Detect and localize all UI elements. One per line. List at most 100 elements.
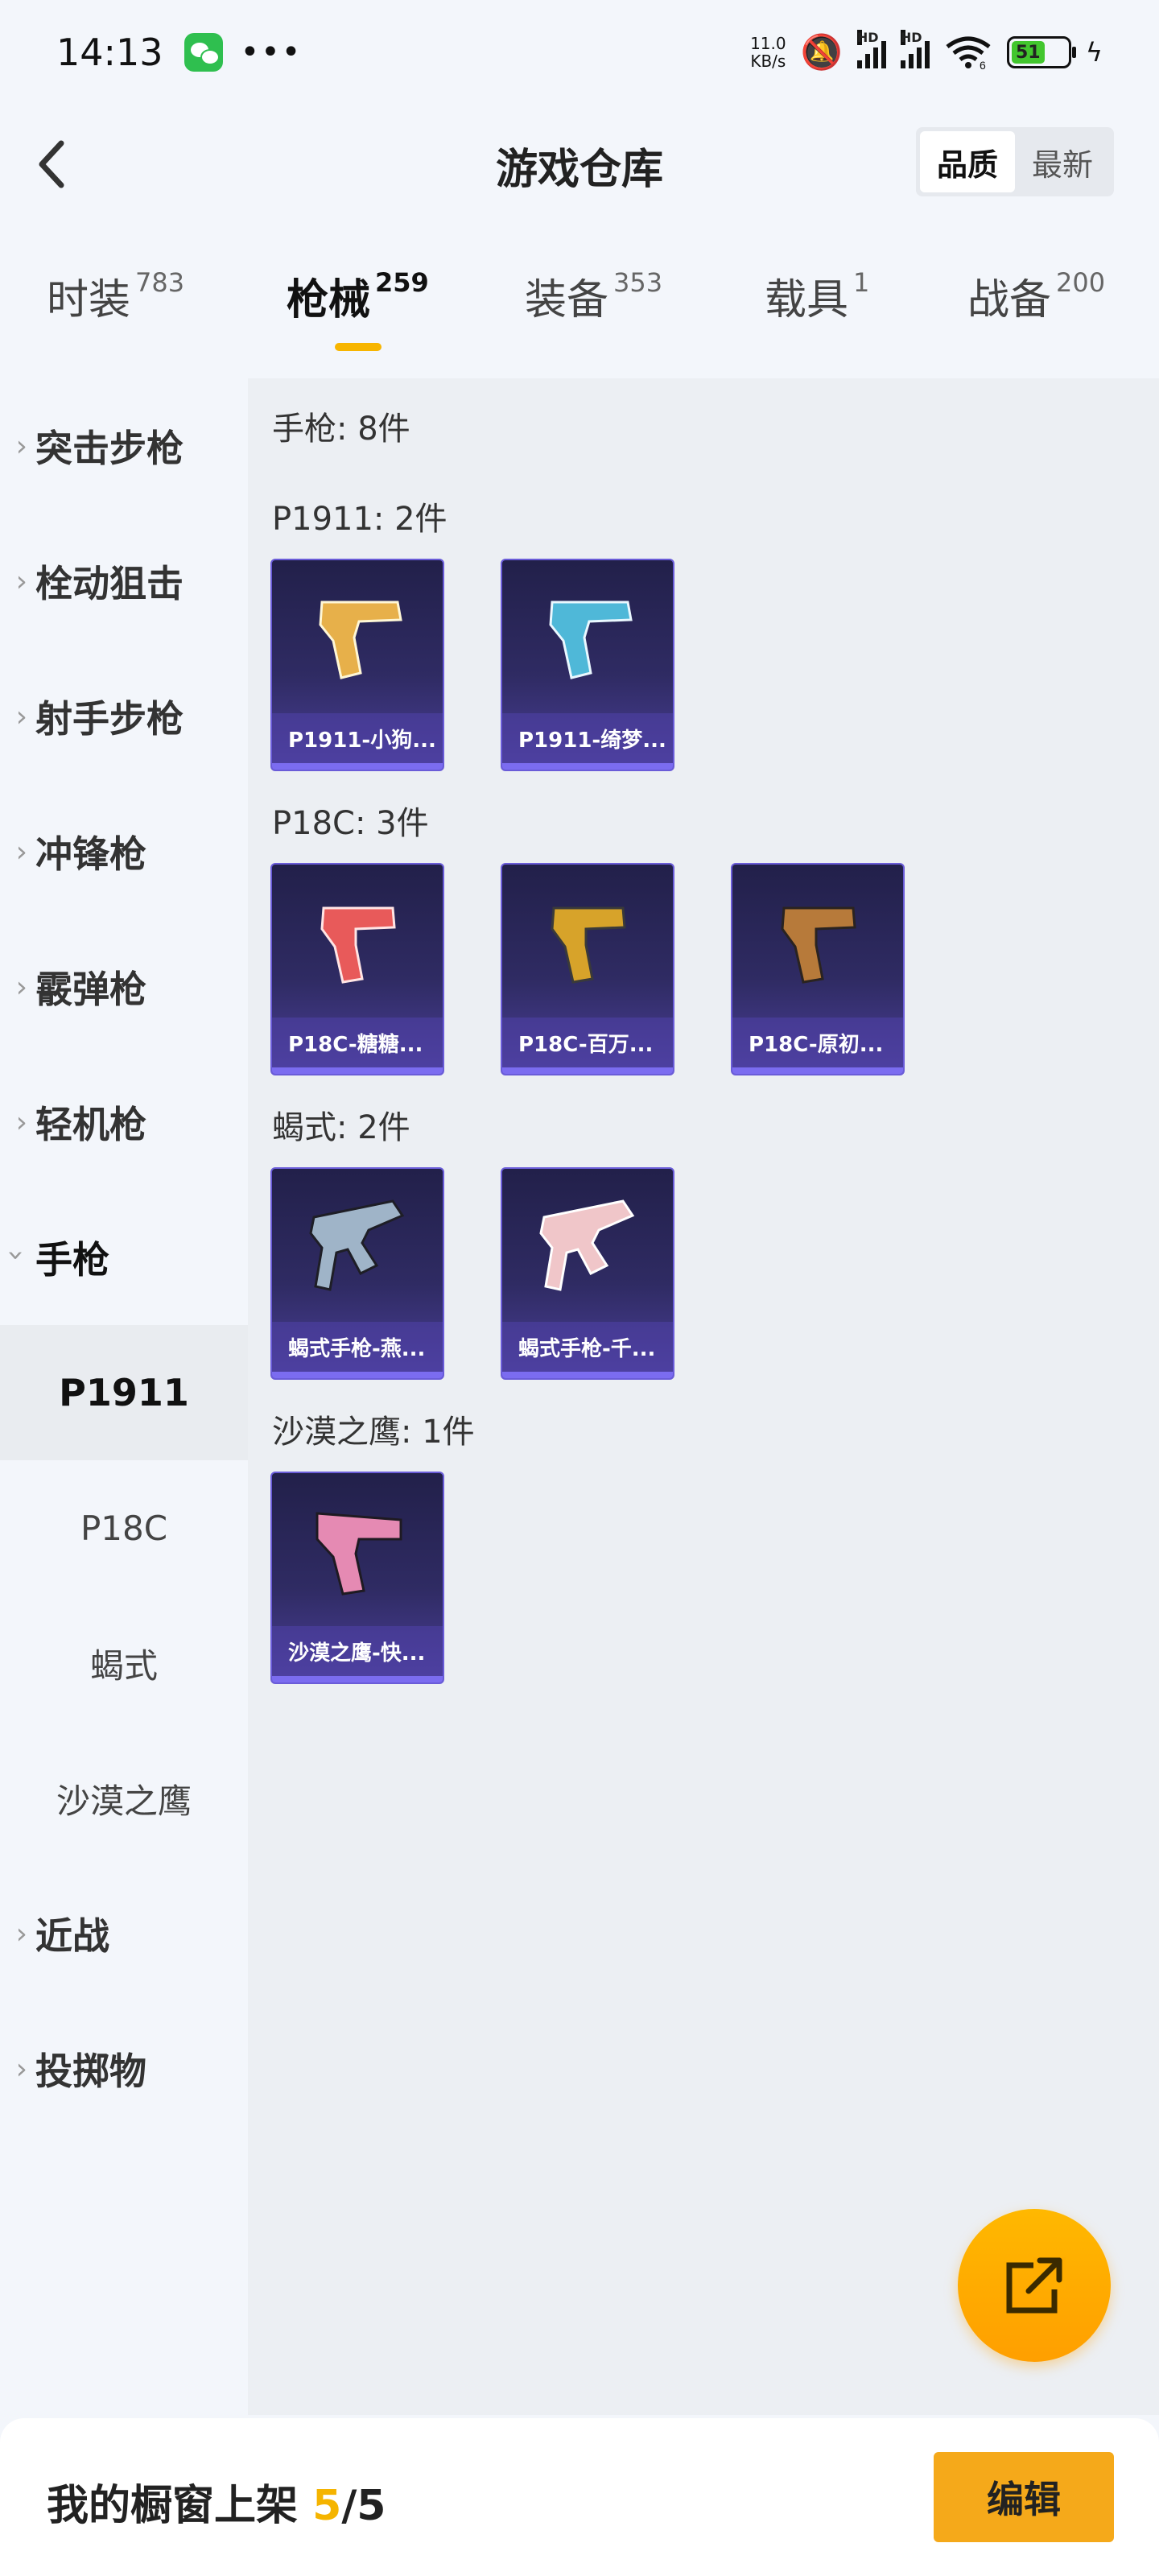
gun-shape: [781, 906, 856, 984]
edit-button[interactable]: 编辑: [934, 2452, 1114, 2542]
wifi-badge: 6: [980, 59, 986, 69]
sidebar-item-bolt-sniper[interactable]: › 栓动狙击: [0, 514, 248, 649]
group-title: 蝎式: 2件: [272, 1109, 410, 1146]
mute-bell-icon: 🔕: [800, 32, 843, 72]
sidebar-subitem-label: 沙漠之鹰: [56, 1781, 192, 1821]
sidebar-item-label: 轻机枪: [35, 1103, 146, 1146]
sidebar-item-label: 手枪: [35, 1238, 109, 1282]
chevron-right-icon: ›: [15, 970, 27, 1004]
tab-fashion[interactable]: 时装 783: [47, 266, 184, 326]
pistol-icon: [551, 906, 626, 984]
header: 游戏仓库 品质 最新: [0, 113, 1159, 217]
sidebar-item-melee[interactable]: › 近战: [0, 1866, 248, 2001]
sidebar-subitem-label: P18C: [80, 1508, 168, 1548]
sidebar-item-label: 栓动狙击: [35, 562, 184, 605]
sidebar-item-shotgun[interactable]: › 霰弹枪: [0, 919, 248, 1055]
item-card-label: 沙漠之鹰-快...: [272, 1626, 443, 1676]
sidebar-subitem-p1911[interactable]: P1911: [0, 1325, 248, 1460]
sidebar-item-label: 霰弹枪: [35, 968, 146, 1011]
sidebar-subitem-p18c[interactable]: P18C: [0, 1460, 248, 1596]
sort-by-quality-button[interactable]: 品质: [920, 131, 1015, 192]
pistol-icon: [316, 1512, 402, 1596]
sidebar-item-throwables[interactable]: › 投掷物: [0, 2001, 248, 2136]
hd-label-2: HD: [900, 30, 922, 45]
sidebar-subitem-label: P1911: [59, 1371, 189, 1414]
tab-label: 载具: [765, 276, 849, 324]
item-card-label: P18C-原初...: [732, 1018, 903, 1067]
tab-combat-gear[interactable]: 战备 200: [967, 266, 1105, 326]
tab-vehicles[interactable]: 载具 1: [765, 266, 869, 326]
group-title: 沙漠之鹰: 1件: [272, 1414, 475, 1451]
gun-shape: [316, 1512, 402, 1596]
sidebar-item-label: 近战: [35, 1914, 109, 1958]
hd-label-1: HD: [856, 30, 879, 45]
sidebar-item-label: 冲锋枪: [35, 832, 146, 876]
item-card[interactable]: P1911-绮梦...: [501, 559, 674, 771]
sidebar-item-label: 投掷物: [35, 2050, 146, 2093]
gun-shape: [551, 906, 626, 984]
chevron-right-icon: ›: [15, 2052, 27, 2086]
tab-label: 装备: [525, 276, 609, 324]
pistol-icon: [320, 906, 396, 984]
network-speed: 11.0 KB/s: [750, 35, 786, 70]
bottom-action-bar: 我的橱窗上架 5/5 编辑: [0, 2418, 1159, 2576]
item-card-rarity-bar: [732, 1067, 903, 1074]
sidebar-item-pistol[interactable]: › 手枪: [0, 1190, 248, 1325]
showcase-label: 我的橱窗上架: [47, 2482, 299, 2530]
tab-count: 259: [375, 267, 429, 298]
item-card-label: P1911-小狗...: [272, 713, 443, 763]
tab-count: 1: [853, 267, 870, 298]
item-card[interactable]: P1911-小狗...: [270, 559, 444, 771]
sidebar-item-assault-rifle[interactable]: › 突击步枪: [0, 378, 248, 514]
item-card-label: P18C-百万...: [502, 1018, 673, 1067]
tab-count: 783: [135, 267, 185, 298]
gun-shape: [319, 601, 402, 679]
item-grid-panel: 手枪: 8件 P1911: 2件 P1911-小狗... P1911-绮梦...…: [248, 378, 1159, 2415]
weapon-category-sidebar: › 突击步枪 › 栓动狙击 › 射手步枪 › 冲锋枪 › 霰弹枪 › 轻机枪 ›…: [0, 378, 248, 2415]
network-speed-unit: KB/s: [750, 52, 786, 71]
chevron-right-icon: ›: [15, 700, 27, 733]
chevron-right-icon: ›: [15, 429, 27, 463]
tab-label: 枪械: [287, 276, 371, 324]
gun-shape: [320, 906, 396, 984]
item-card-rarity-bar: [502, 1067, 673, 1074]
sidebar-subitem-label: 蝎式: [89, 1645, 158, 1686]
status-time: 14:13: [56, 31, 163, 74]
sidebar-subitem-scorpion[interactable]: 蝎式: [0, 1596, 248, 1731]
item-card[interactable]: P18C-百万...: [501, 863, 674, 1075]
showcase-status: 我的橱窗上架 5/5: [47, 2471, 386, 2532]
active-tab-indicator: [335, 343, 382, 351]
chevron-right-icon: ›: [15, 1917, 27, 1951]
sidebar-item-lmg[interactable]: › 轻机枪: [0, 1055, 248, 1190]
item-card[interactable]: P18C-原初...: [731, 863, 905, 1075]
sidebar-item-label: 突击步枪: [35, 427, 184, 470]
sidebar-item-marksman-rifle[interactable]: › 射手步枪: [0, 649, 248, 784]
battery-icon: 51: [1006, 36, 1076, 68]
item-card[interactable]: 蝎式手枪-燕...: [270, 1167, 444, 1380]
tab-equipment[interactable]: 装备 353: [525, 266, 662, 326]
group-title: P18C: 3件: [272, 805, 429, 842]
pistol-icon: [549, 601, 633, 679]
item-card-label: 蝎式手枪-千...: [502, 1322, 673, 1372]
status-bar: 14:13 ••• 11.0 KB/s 🔕 HD HD 6 51 ϟ: [0, 0, 1159, 105]
sidebar-item-smg[interactable]: › 冲锋枪: [0, 784, 248, 919]
pistol-icon: [319, 601, 402, 679]
item-card[interactable]: P18C-糖糖...: [270, 863, 444, 1075]
item-card[interactable]: 蝎式手枪-千...: [501, 1167, 674, 1380]
sidebar-subitem-desert-eagle[interactable]: 沙漠之鹰: [0, 1731, 248, 1866]
gun-shape: [539, 1199, 635, 1291]
tab-firearms[interactable]: 枪械 259: [287, 266, 429, 326]
category-summary: 手枪: 8件: [272, 411, 410, 448]
item-card-rarity-bar: [272, 763, 443, 770]
item-card[interactable]: 沙漠之鹰-快...: [270, 1472, 444, 1684]
chevron-right-icon: ›: [15, 1105, 27, 1139]
battery-level: 51: [1011, 41, 1045, 64]
status-icons: 11.0 KB/s 🔕 HD HD 6 51 ϟ: [750, 30, 1103, 72]
chevron-right-icon: ›: [15, 564, 27, 598]
smg-pistol-icon: [539, 1199, 635, 1291]
category-tabs: 时装 783 枪械 259 装备 353 载具 1 战备 200: [0, 266, 1159, 370]
share-floating-button[interactable]: [958, 2209, 1111, 2362]
gun-shape: [549, 601, 633, 679]
sort-by-newest-button[interactable]: 最新: [1015, 131, 1110, 192]
item-card-label: 蝎式手枪-燕...: [272, 1322, 443, 1372]
